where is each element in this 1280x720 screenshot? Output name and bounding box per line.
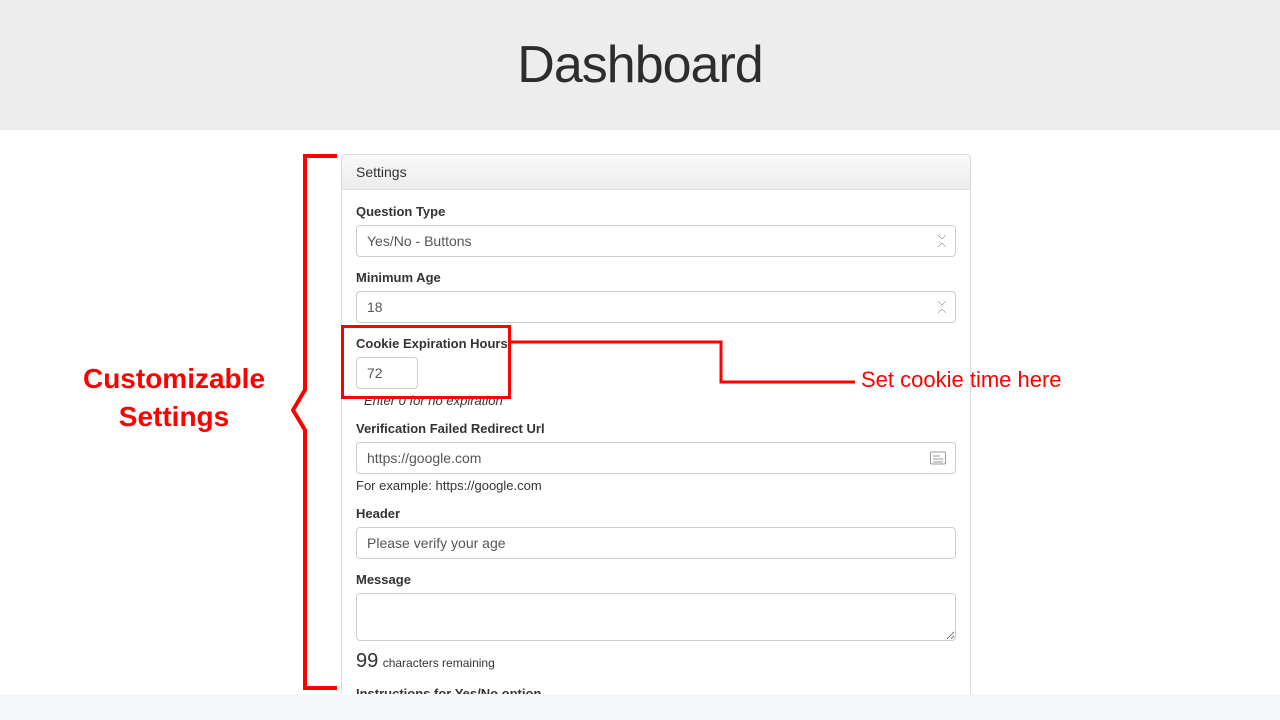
message-chars-remaining: 99 characters remaining: [356, 650, 956, 673]
bottom-band: [0, 694, 1280, 720]
redirect-url-group: Verification Failed Redirect Url For exa…: [356, 421, 956, 493]
question-type-group: Question Type Yes/No - Buttons: [356, 204, 956, 257]
message-group: Message 99 characters remaining: [356, 572, 956, 673]
annotation-set-cookie-time: Set cookie time here: [861, 367, 1062, 393]
minimum-age-group: Minimum Age 18: [356, 270, 956, 323]
redirect-url-help: For example: https://google.com: [356, 478, 956, 493]
question-type-select[interactable]: Yes/No - Buttons: [356, 225, 956, 257]
header-field-group: Header: [356, 506, 956, 559]
page-header-banner: Dashboard: [0, 0, 1280, 130]
cookie-expiration-help: Enter 0 for no expiration: [356, 393, 956, 408]
content-area: Settings Question Type Yes/No - Buttons …: [0, 130, 1280, 154]
message-label: Message: [356, 572, 956, 587]
chars-remaining-text: characters remaining: [383, 656, 495, 670]
settings-panel-body: Question Type Yes/No - Buttons Minimum A…: [342, 190, 970, 715]
minimum-age-label: Minimum Age: [356, 270, 956, 285]
chars-remaining-number: 99: [356, 650, 378, 672]
cookie-expiration-label: Cookie Expiration Hours: [356, 336, 956, 351]
question-type-label: Question Type: [356, 204, 956, 219]
header-field-input[interactable]: [356, 527, 956, 559]
autofill-icon: [930, 452, 946, 465]
message-textarea[interactable]: [356, 593, 956, 641]
redirect-url-input-wrap: [356, 442, 956, 474]
settings-panel-header: Settings: [342, 155, 970, 190]
annotation-customizable-settings: Customizable Settings: [54, 360, 294, 436]
minimum-age-select[interactable]: 18: [356, 291, 956, 323]
redirect-url-label: Verification Failed Redirect Url: [356, 421, 956, 436]
cookie-expiration-input[interactable]: [356, 357, 418, 389]
settings-panel: Settings Question Type Yes/No - Buttons …: [341, 154, 971, 716]
page-title: Dashboard: [0, 35, 1280, 95]
question-type-select-wrap: Yes/No - Buttons: [356, 225, 956, 257]
minimum-age-select-wrap: 18: [356, 291, 956, 323]
redirect-url-input[interactable]: [356, 442, 956, 474]
annotation-bracket-left: [291, 154, 339, 690]
header-field-label: Header: [356, 506, 956, 521]
